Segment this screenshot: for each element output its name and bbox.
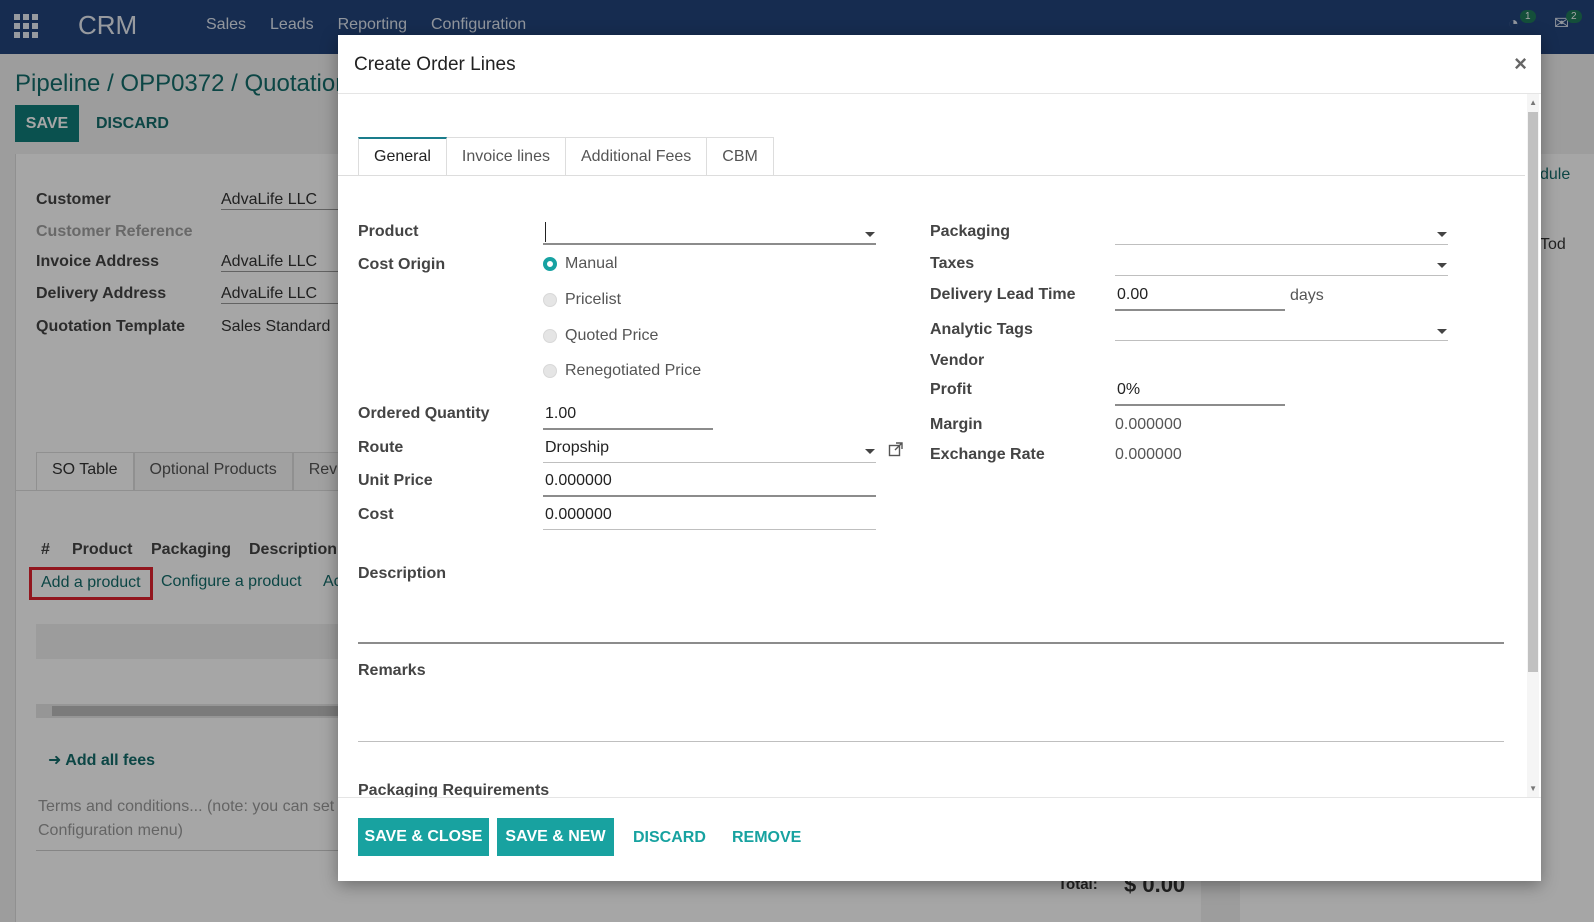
unit-price-label: Unit Price [358, 472, 433, 489]
dropdown-caret-icon[interactable] [1437, 232, 1447, 237]
radio-unchecked-icon [543, 329, 557, 343]
dialog-footer: SAVE & CLOSE SAVE & NEW DISCARD REMOVE [338, 797, 1541, 881]
dropdown-caret-icon[interactable] [865, 232, 875, 237]
profit-label: Profit [930, 381, 972, 398]
tabs-divider [338, 175, 1525, 176]
description-field[interactable] [358, 591, 1504, 644]
dropdown-caret-icon[interactable] [1437, 329, 1447, 334]
radio-unchecked-icon [543, 293, 557, 307]
packaging-requirements-label: Packaging Requirements [358, 782, 550, 797]
ordered-quantity-field[interactable]: 1.00 [543, 405, 713, 430]
vendor-label: Vendor [930, 352, 985, 369]
cost-field[interactable]: 0.000000 [543, 506, 876, 530]
create-order-lines-dialog: Create Order Lines × ▲ ▼ General Invoice… [338, 35, 1541, 881]
radio-checked-icon [543, 257, 557, 271]
radio-unchecked-icon [543, 364, 557, 378]
save-close-button[interactable]: SAVE & CLOSE [358, 818, 489, 856]
dialog-tabs: General Invoice lines Additional Fees CB… [358, 137, 774, 176]
cost-label: Cost [358, 506, 394, 523]
cost-origin-label: Cost Origin [358, 256, 446, 273]
discard-button[interactable]: DISCARD [633, 829, 706, 847]
tab-invoice-lines[interactable]: Invoice lines [446, 137, 566, 176]
remarks-label: Remarks [358, 662, 426, 679]
dialog-header: Create Order Lines × [338, 35, 1541, 94]
analytic-tags-field[interactable] [1115, 316, 1448, 341]
dropdown-caret-icon[interactable] [1437, 263, 1447, 268]
radio-label: Pricelist [565, 291, 622, 308]
dropdown-caret-icon[interactable] [865, 449, 875, 454]
cost-origin-manual-radio[interactable]: Manual [543, 255, 617, 273]
radio-label: Manual [565, 255, 618, 272]
product-label: Product [358, 223, 419, 240]
delivery-lead-time-unit: days [1290, 287, 1324, 304]
exchange-rate-label: Exchange Rate [930, 446, 1045, 463]
description-label: Description [358, 565, 447, 582]
delivery-lead-time-field[interactable]: 0.00 [1115, 286, 1285, 311]
ordered-quantity-label: Ordered Quantity [358, 405, 490, 422]
tab-cbm[interactable]: CBM [707, 137, 774, 176]
margin-value: 0.000000 [1115, 416, 1182, 433]
tab-additional-fees[interactable]: Additional Fees [565, 137, 708, 176]
route-label: Route [358, 439, 404, 456]
save-new-button[interactable]: SAVE & NEW [497, 818, 614, 856]
text-cursor [545, 222, 546, 242]
analytic-tags-label: Analytic Tags [930, 321, 1033, 338]
scroll-up-icon[interactable]: ▲ [1529, 98, 1537, 107]
exchange-rate-value: 0.000000 [1115, 446, 1182, 463]
cost-origin-renegotiated-price-radio[interactable]: Renegotiated Price [543, 362, 701, 380]
scrollbar-thumb[interactable] [1528, 112, 1538, 672]
scroll-down-icon[interactable]: ▼ [1529, 784, 1537, 793]
cost-origin-quoted-price-radio[interactable]: Quoted Price [543, 327, 658, 345]
tab-general[interactable]: General [358, 137, 447, 176]
delivery-lead-time-label: Delivery Lead Time [930, 286, 1076, 303]
radio-label: Renegotiated Price [565, 362, 702, 379]
unit-price-field[interactable]: 0.000000 [543, 472, 876, 497]
packaging-label: Packaging [930, 223, 1011, 240]
route-field[interactable]: Dropship [543, 439, 876, 463]
dialog-title: Create Order Lines [354, 54, 516, 75]
profit-field[interactable]: 0% [1115, 381, 1285, 406]
close-icon[interactable]: × [1514, 51, 1527, 77]
remove-button[interactable]: REMOVE [732, 829, 801, 847]
radio-label: Quoted Price [565, 327, 659, 344]
cost-origin-pricelist-radio[interactable]: Pricelist [543, 291, 621, 309]
packaging-field[interactable] [1115, 220, 1448, 245]
remarks-field[interactable] [358, 688, 1504, 742]
taxes-label: Taxes [930, 255, 975, 272]
dialog-body: ▲ ▼ General Invoice lines Additional Fee… [338, 94, 1541, 797]
margin-label: Margin [930, 416, 983, 433]
external-link-icon[interactable] [888, 441, 904, 457]
taxes-field[interactable] [1115, 251, 1448, 276]
product-field[interactable] [543, 220, 876, 245]
